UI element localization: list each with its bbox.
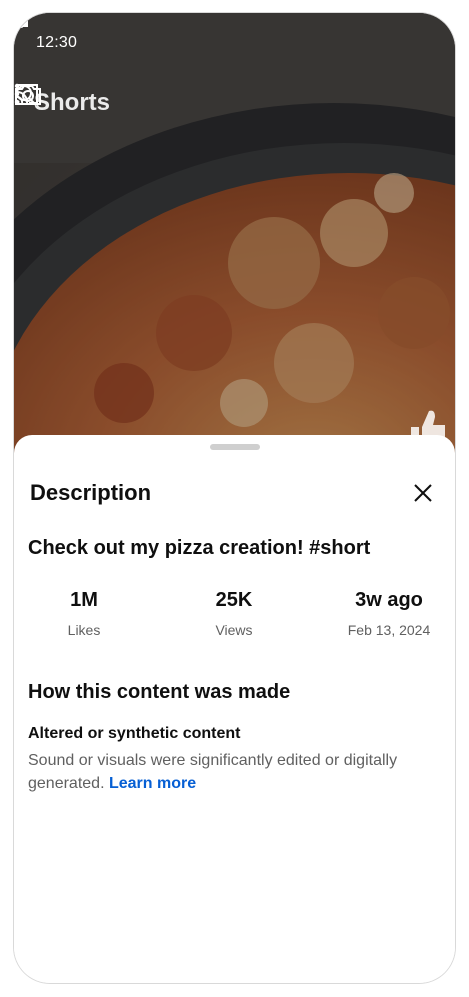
more-vert-icon — [14, 83, 20, 105]
close-icon — [414, 484, 432, 502]
content-section-description: Sound or visuals were significantly edit… — [28, 749, 437, 795]
drag-handle[interactable] — [210, 444, 260, 450]
stat-value: 25K — [215, 589, 253, 611]
stats-row: 1M Likes 25K Views 3w ago Feb 13, 2024 — [14, 589, 455, 649]
stat-label: Views — [215, 622, 253, 638]
sheet-title: Description — [30, 480, 152, 505]
pizza-video-frame — [14, 13, 455, 453]
phone-screen: 12:30 Shorts Description Check out my pi… — [14, 13, 455, 983]
video-title: Check out my pizza creation! #short — [28, 537, 371, 559]
cast-button[interactable] — [16, 84, 263, 119]
stat-value: 3w ago — [355, 589, 423, 611]
stat-likes: 1M Likes — [44, 589, 124, 638]
search-button[interactable] — [16, 85, 321, 119]
shorts-top-bar: Shorts — [14, 83, 455, 123]
learn-more-link[interactable]: Learn more — [109, 775, 196, 792]
stat-views: 25K Views — [194, 589, 274, 638]
stat-value: 1M — [70, 589, 98, 611]
content-section-title: How this content was made — [28, 681, 291, 703]
camera-button[interactable] — [15, 85, 379, 119]
close-button[interactable] — [407, 477, 439, 509]
stat-label: Feb 13, 2024 — [347, 622, 431, 638]
video-player[interactable]: 12:30 Shorts — [14, 13, 455, 453]
stat-date: 3w ago Feb 13, 2024 — [334, 589, 444, 638]
status-bar: 12:30 — [14, 13, 455, 73]
top-actions — [14, 83, 437, 119]
description-text: Sound or visuals were significantly edit… — [28, 752, 398, 792]
sheet-header: Description — [30, 477, 439, 509]
status-time: 12:30 — [36, 34, 78, 51]
stat-label: Likes — [67, 622, 101, 638]
content-section-subtitle: Altered or synthetic content — [28, 725, 241, 742]
battery-icon — [14, 13, 23, 28]
shorts-title: Shorts — [34, 89, 111, 116]
more-button[interactable] — [14, 83, 437, 119]
description-sheet: Description Check out my pizza creation!… — [14, 435, 455, 983]
